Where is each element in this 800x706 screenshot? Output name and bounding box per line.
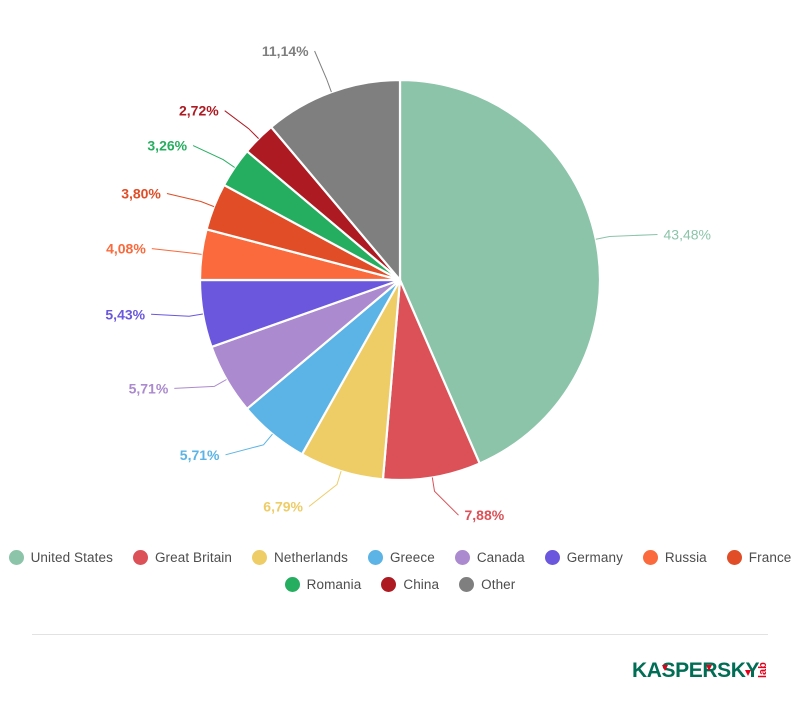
slice-value-label: 6,79% — [263, 499, 303, 515]
leader-line — [595, 234, 658, 240]
logo-wordmark-text: KASPERSKY — [632, 659, 759, 682]
legend-item-label: Canada — [476, 550, 525, 565]
kaspersky-logo-mark: KASPERSKYlab — [632, 659, 769, 682]
leader-line — [174, 379, 227, 389]
legend-color-swatch — [367, 550, 383, 565]
legend-item[interactable]: Russia — [642, 550, 707, 565]
legend-item-label: France — [748, 550, 792, 565]
slice-value-label: 5,71% — [129, 380, 169, 396]
leader-line — [225, 433, 273, 456]
legend-color-swatch — [459, 577, 475, 592]
legend-item[interactable]: Canada — [454, 550, 525, 565]
slice-value-label: 2,72% — [179, 103, 219, 119]
legend-item-label: Netherlands — [274, 550, 348, 565]
pie-chart-figure: 43,48% 7,88% 6,79% 5,71% 5,71% 5,43% 4,08% 3,80… — [0, 0, 800, 706]
legend-item-label: United States — [30, 550, 113, 565]
leader-line — [151, 248, 202, 255]
legend-color-swatch — [544, 550, 560, 565]
legend-item-label: Other — [481, 577, 516, 592]
legend-item[interactable]: France — [726, 550, 792, 565]
leader-line — [431, 477, 459, 516]
slice-value-label: 3,26% — [147, 138, 187, 154]
slice-value-label: 5,43% — [105, 306, 145, 322]
leader-line — [224, 110, 259, 139]
legend-item[interactable]: Other — [459, 577, 515, 592]
leader-line — [314, 50, 332, 93]
pie-slices-group — [198, 78, 602, 482]
legend-row-1: United States Great Britain Netherlands Gre… — [8, 550, 792, 565]
slice-value-label: 7,88% — [465, 507, 505, 523]
legend-color-swatch — [8, 550, 24, 565]
footer-divider — [32, 634, 768, 635]
leader-line — [151, 313, 203, 317]
legend-item[interactable]: Netherlands — [252, 550, 348, 565]
slice-value-label: 43,48% — [664, 227, 711, 243]
legend-color-swatch — [454, 550, 470, 565]
legend-item[interactable]: Great Britain — [132, 550, 233, 565]
legend-item-label: Germany — [566, 550, 623, 565]
slice-value-label: 3,80% — [121, 186, 161, 202]
chart-legend: United States Great Britain Netherlands Gre… — [0, 550, 800, 592]
leader-line — [166, 193, 215, 208]
slice-value-label: 11,14% — [262, 43, 309, 59]
legend-color-swatch — [642, 550, 658, 565]
legend-item-label: Great Britain — [154, 550, 233, 565]
pie-chart-canvas: 43,48% 7,88% 6,79% 5,71% 5,71% 5,43% 4,08% 3,80… — [105, 43, 711, 523]
legend-color-swatch — [381, 577, 397, 592]
legend-item[interactable]: Greece — [367, 550, 435, 565]
legend-item-label: Russia — [664, 550, 707, 565]
legend-row-2: Romania China Other — [284, 577, 516, 592]
legend-color-swatch — [132, 550, 148, 565]
legend-item[interactable]: United States — [8, 550, 113, 565]
legend-item[interactable]: China — [381, 577, 439, 592]
legend-item[interactable]: Romania — [284, 577, 362, 592]
kaspersky-lab-logo: KASPERSKY lab — [632, 654, 774, 688]
legend-color-swatch — [252, 550, 268, 565]
legend-item[interactable]: Germany — [544, 550, 623, 565]
slice-value-label: 4,08% — [106, 241, 146, 257]
legend-item-label: Romania — [306, 577, 362, 592]
leader-line — [192, 145, 235, 168]
slice-value-label: 5,71% — [180, 447, 220, 463]
legend-item-label: China — [403, 577, 440, 592]
legend-color-swatch — [284, 577, 300, 592]
legend-color-swatch — [726, 550, 742, 565]
leader-line — [308, 470, 342, 507]
logo-suffix-text: lab — [757, 662, 769, 678]
legend-item-label: Greece — [389, 550, 435, 565]
